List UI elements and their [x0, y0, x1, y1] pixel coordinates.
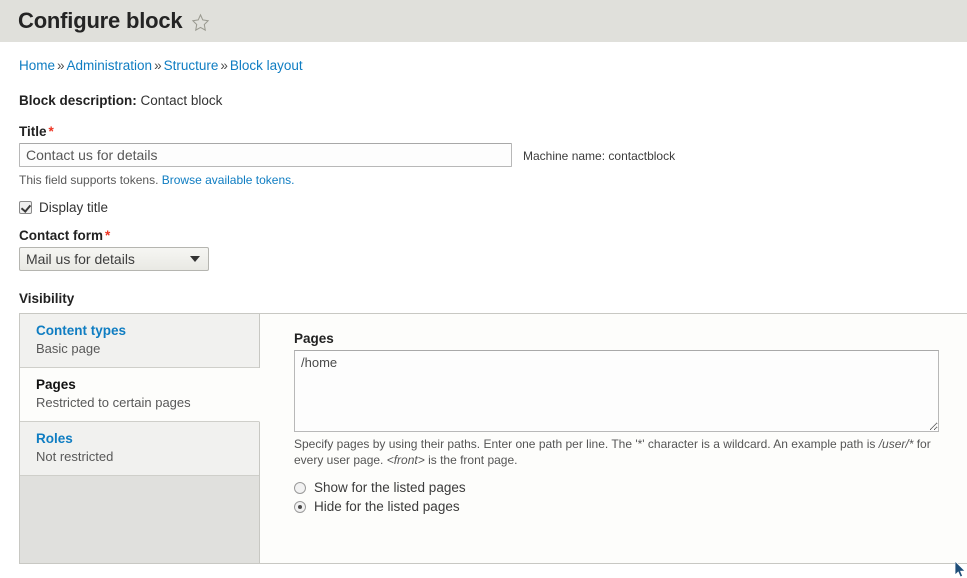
mouse-cursor-icon: [955, 561, 966, 578]
contact-form-required-marker: *: [105, 228, 111, 243]
radio-hide-for-listed-pages-label[interactable]: Hide for the listed pages: [314, 499, 460, 514]
breadcrumb-separator: »: [220, 58, 228, 73]
pages-negate-radio-group: Show for the listed pages Hide for the l…: [294, 480, 967, 514]
vertical-tab-roles[interactable]: Roles Not restricted: [20, 422, 259, 476]
title-required-marker: *: [48, 124, 54, 139]
title-input-row: Machine name: contactblock: [19, 143, 967, 167]
chevron-down-icon: [190, 256, 200, 262]
vertical-tab-pane-pages: Pages /home Specify pages by using their…: [260, 314, 967, 563]
browse-available-tokens-link[interactable]: Browse available tokens.: [162, 173, 295, 187]
title-field-description-text: This field supports tokens.: [19, 173, 159, 187]
block-description-label: Block description:: [19, 93, 137, 108]
vertical-tab-summary: Not restricted: [36, 449, 114, 464]
pages-field-description: Specify pages by using their paths. Ente…: [294, 437, 934, 468]
pages-desc-part-3: is the front page.: [424, 452, 518, 467]
breadcrumb: Home» Administration» Structure» Block layo…: [0, 42, 967, 74]
vertical-tab-content-types[interactable]: Content types Basic page: [20, 314, 259, 368]
title-input[interactable]: [19, 143, 512, 167]
page-title: Configure block: [18, 8, 183, 33]
vertical-tab-title: Pages: [36, 377, 76, 392]
vertical-tab-summary: Restricted to certain pages: [36, 395, 191, 410]
radio-row-show-pages[interactable]: Show for the listed pages: [294, 480, 967, 495]
visibility-vertical-tabs: Content types Basic page Pages Restricte…: [19, 313, 967, 564]
contact-form-label-text: Contact form: [19, 228, 103, 243]
vertical-tabs-filler: [20, 476, 259, 563]
display-title-label[interactable]: Display title: [39, 200, 108, 215]
radio-hide-for-listed-pages[interactable]: [294, 500, 306, 513]
machine-name-value: contactblock: [608, 149, 676, 163]
display-title-form-item: Display title: [0, 200, 967, 215]
contact-form-label: Contact form *: [19, 228, 967, 243]
vertical-tab-pages[interactable]: Pages Restricted to certain pages: [20, 368, 260, 422]
breadcrumb-separator: »: [154, 58, 162, 73]
breadcrumb-item-home[interactable]: Home: [19, 58, 55, 73]
radio-show-for-listed-pages[interactable]: [294, 481, 306, 494]
contact-form-select[interactable]: Mail us for details: [19, 247, 209, 271]
radio-show-for-listed-pages-label[interactable]: Show for the listed pages: [314, 480, 466, 495]
visibility-heading: Visibility: [19, 291, 75, 306]
breadcrumb-separator: »: [57, 58, 65, 73]
vertical-tab-title: Roles: [36, 431, 73, 446]
breadcrumb-item-block-layout[interactable]: Block layout: [230, 58, 303, 73]
machine-name-label: Machine name:: [523, 149, 606, 163]
display-title-checkbox[interactable]: [19, 201, 32, 214]
contact-form-form-item: Contact form * Mail us for details: [0, 228, 967, 271]
star-outline-icon[interactable]: [191, 13, 210, 32]
contact-form-selected-value: Mail us for details: [26, 251, 135, 267]
page-header: Configure block: [0, 0, 967, 42]
pages-desc-example-path: /user/*: [878, 437, 914, 451]
pages-label: Pages: [294, 331, 334, 346]
title-label: Title *: [19, 124, 967, 139]
breadcrumb-item-administration[interactable]: Administration: [67, 58, 153, 73]
pages-desc-front-token: <front>: [386, 452, 425, 467]
block-description-value: Contact block: [140, 93, 223, 108]
machine-name-display: Machine name: contactblock: [523, 143, 675, 163]
block-description: Block description: Contact block: [0, 74, 967, 108]
vertical-tabs-menu: Content types Basic page Pages Restricte…: [20, 314, 260, 563]
title-field-description: This field supports tokens. Browse avail…: [19, 173, 967, 187]
vertical-tab-title: Content types: [36, 323, 127, 338]
pages-textarea[interactable]: /home: [294, 350, 939, 432]
breadcrumb-item-structure[interactable]: Structure: [164, 58, 219, 73]
pages-desc-part-1: Specify pages by using their paths. Ente…: [294, 437, 879, 451]
display-title-row[interactable]: Display title: [19, 200, 967, 215]
title-form-item: Title* Machine name: contactblock This f…: [0, 124, 967, 187]
vertical-tab-summary: Basic page: [36, 341, 101, 356]
radio-row-hide-pages[interactable]: Hide for the listed pages: [294, 499, 967, 514]
title-label-text: Title: [19, 124, 47, 139]
